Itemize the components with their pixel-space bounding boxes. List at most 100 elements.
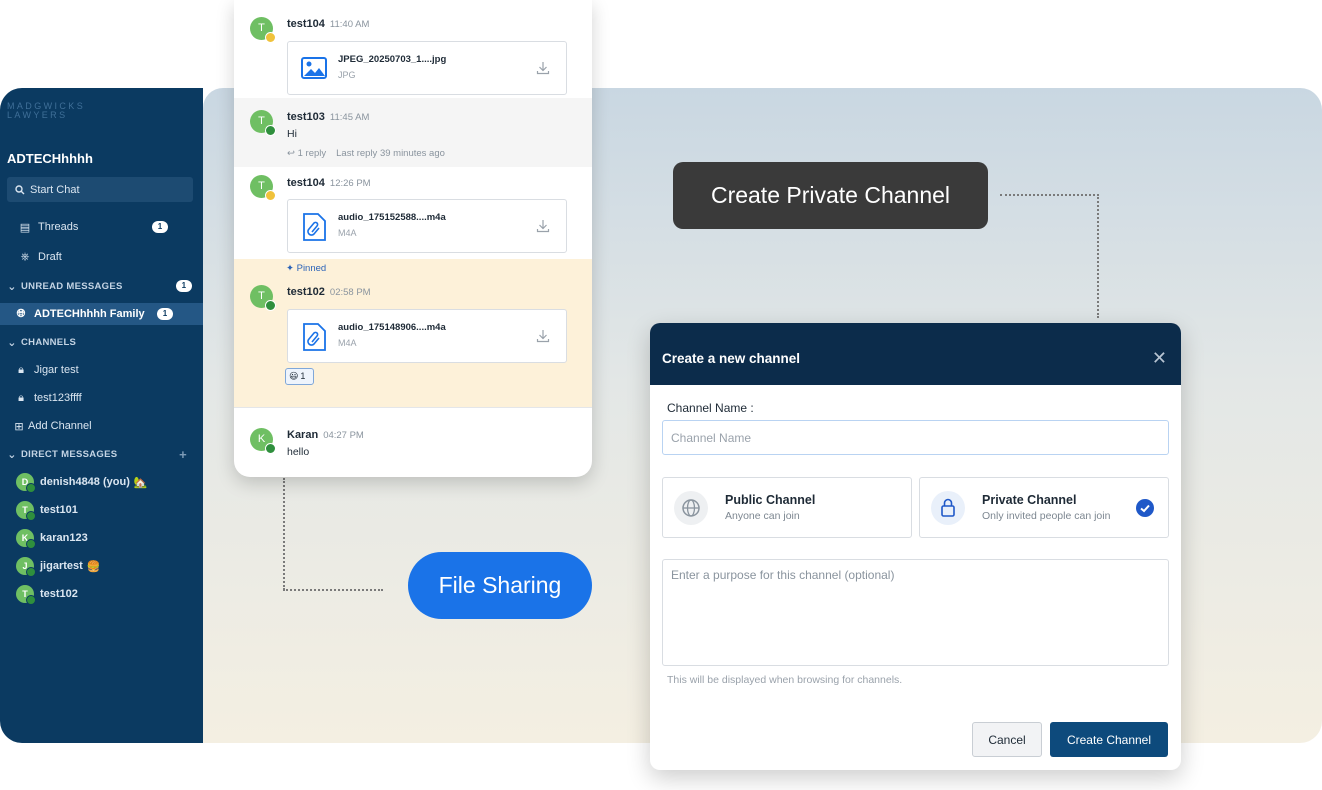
sidebar-item-label: Threads: [38, 221, 79, 233]
avatar: J: [16, 557, 36, 577]
message-time: 04:27 PM: [323, 430, 364, 441]
file-attachment[interactable]: audio_175152588....m4a M4A: [287, 199, 567, 253]
brand-logo: MADGWICKS LAWYERS: [7, 102, 85, 120]
message-text: Hi: [287, 128, 297, 140]
add-dm-icon[interactable]: +: [179, 447, 187, 462]
cancel-button[interactable]: Cancel: [972, 722, 1042, 757]
section-label: UNREAD MESSAGES: [21, 280, 123, 292]
status-online-icon: [265, 125, 276, 136]
file-attachment[interactable]: audio_175148906....m4a M4A: [287, 309, 567, 363]
message-item[interactable]: K Karan 04:27 PM hello: [234, 408, 592, 477]
message-text: hello: [287, 446, 310, 458]
start-chat-search[interactable]: Start Chat: [7, 177, 193, 202]
last-reply-time: Last reply 39 minutes ago: [336, 148, 445, 159]
channel-name-label: Channel Name :: [667, 401, 754, 415]
avatar-initial: T: [258, 290, 265, 302]
sidebar-item-label: Jigar test: [34, 364, 79, 376]
sidebar: MADGWICKS LAWYERS ADTECHhhhh Start Chat …: [0, 88, 203, 743]
status-online-icon: [265, 443, 276, 454]
sidebar-item-jigar-test[interactable]: 🔒︎ Jigar test: [0, 359, 203, 381]
message-time: 02:58 PM: [329, 287, 371, 298]
sidebar-item-adtech-family[interactable]: 🌐︎ ADTECHhhhh Family 1: [0, 303, 203, 325]
globe-icon: 🌐︎: [16, 307, 26, 320]
message-time: 11:40 AM: [329, 19, 370, 30]
dm-item-denish4848[interactable]: D denish4848 (you) 🏡: [0, 471, 203, 493]
avatar: T: [250, 110, 276, 136]
public-channel-option[interactable]: Public Channel Anyone can join: [662, 477, 912, 538]
add-channel-button[interactable]: ⊞ Add Channel: [0, 415, 203, 437]
dm-item-jigartest[interactable]: J jigartest 🍔: [0, 555, 203, 577]
message-header: Karan 04:27 PM: [287, 429, 364, 441]
avatar-initial: T: [258, 115, 265, 127]
lock-icon: 🔒︎: [18, 363, 24, 376]
download-icon[interactable]: [536, 329, 550, 343]
dm-name: denish4848 (you): [40, 476, 130, 488]
globe-icon: [674, 491, 708, 525]
message-time: 11:45 AM: [329, 112, 370, 123]
chevron-down-icon: ⌄: [7, 280, 17, 293]
message-author[interactable]: test102: [287, 286, 325, 298]
avatar: T: [250, 175, 276, 201]
message-author[interactable]: Karan: [287, 429, 318, 441]
dialog-title: Create a new channel: [662, 351, 801, 366]
close-icon[interactable]: ✕: [1152, 349, 1167, 367]
image-file-icon: [301, 57, 327, 79]
download-icon[interactable]: [536, 219, 550, 233]
message-item-pinned[interactable]: ✦ Pinned T test102 02:58 PM audio_1751489…: [234, 259, 592, 407]
dm-name: karan123: [40, 532, 88, 544]
dm-name: test102: [40, 588, 78, 600]
private-channel-option[interactable]: Private Channel Only invited people can …: [919, 477, 1169, 538]
channel-unread-badge: 1: [157, 308, 173, 320]
message-author[interactable]: test103: [287, 111, 325, 123]
file-name: JPEG_20250703_1....jpg: [338, 54, 447, 65]
file-type: M4A: [338, 338, 357, 348]
dm-item-karan123[interactable]: K karan123: [0, 527, 203, 549]
avatar-initial: T: [258, 22, 265, 34]
avatar: D: [16, 473, 36, 493]
dm-item-test101[interactable]: T test101: [0, 499, 203, 521]
create-channel-button[interactable]: Create Channel: [1050, 722, 1168, 757]
sidebar-item-test123ffff[interactable]: 🔒︎ test123ffff: [0, 387, 203, 409]
message-author[interactable]: test104: [287, 18, 325, 30]
start-chat-label: Start Chat: [30, 183, 80, 196]
avatar: T: [250, 285, 276, 311]
message-author[interactable]: test104: [287, 177, 325, 189]
draft-icon: ⎈: [20, 250, 30, 263]
unread-messages-section[interactable]: ⌄ UNREAD MESSAGES 1: [0, 275, 203, 297]
threads-icon: ▤: [19, 221, 31, 234]
channels-section[interactable]: ⌄ CHANNELS: [0, 331, 203, 353]
file-type: M4A: [338, 228, 357, 238]
message-item[interactable]: T test103 11:45 AM Hi ↩︎ 1 reply Last repl…: [234, 98, 592, 167]
download-icon[interactable]: [536, 61, 550, 75]
direct-messages-section[interactable]: ⌄ DIRECT MESSAGES +: [0, 443, 203, 465]
chevron-down-icon: ⌄: [7, 336, 17, 349]
sidebar-item-draft[interactable]: ⎈ Draft: [0, 246, 203, 268]
reaction-chip[interactable]: 😃 1: [285, 368, 314, 385]
workspace-name: ADTECHhhhh: [7, 151, 93, 166]
file-attachment[interactable]: JPEG_20250703_1....jpg JPG: [287, 41, 567, 95]
dm-name: jigartest: [40, 560, 83, 572]
avatar: T: [16, 585, 36, 605]
thread-reply-link[interactable]: ↩︎ 1 reply Last reply 39 minutes ago: [287, 148, 445, 159]
sidebar-item-label: Add Channel: [28, 420, 92, 432]
channel-name-input[interactable]: [662, 420, 1169, 455]
attachment-file-icon: [303, 323, 326, 351]
sidebar-item-threads[interactable]: ▤ Threads 1: [0, 216, 203, 238]
dm-item-test102[interactable]: T test102: [0, 583, 203, 605]
message-item[interactable]: T test104 12:26 PM audio_175152588....m4a…: [234, 167, 592, 259]
message-time: 12:26 PM: [329, 178, 371, 189]
threads-count-badge: 1: [152, 221, 168, 233]
dm-name: test101: [40, 504, 78, 516]
message-item[interactable]: T test104 11:40 AM JPEG_20250703_1....jpg…: [234, 0, 592, 98]
status-emoji: 🏡: [133, 476, 148, 489]
reply-icon: ↩︎: [287, 148, 298, 159]
lock-icon: 🔒︎: [18, 391, 24, 404]
connector-line: [283, 589, 383, 591]
sidebar-item-label: Draft: [38, 251, 62, 263]
file-type: JPG: [338, 70, 356, 80]
option-title: Private Channel: [982, 493, 1077, 507]
sidebar-item-label: ADTECHhhhh Family: [34, 308, 145, 320]
private-channel-callout: Create Private Channel: [673, 162, 988, 229]
channel-purpose-input[interactable]: [662, 559, 1169, 666]
message-header: test104 11:40 AM: [287, 18, 369, 30]
